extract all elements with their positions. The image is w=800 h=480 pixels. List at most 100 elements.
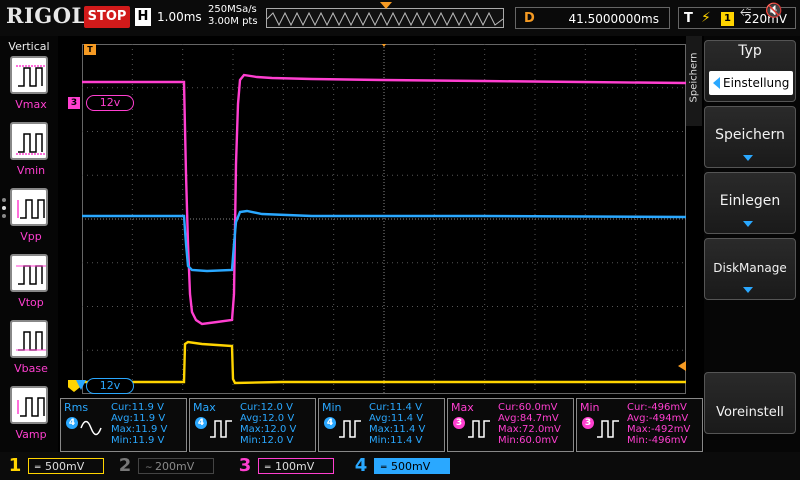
measurement-box[interactable]: Rms 4 Cur:11.9 V Avg:11.9 V Max:11.9 V Min:11… [60, 398, 187, 452]
measurement-type-icon [80, 420, 102, 436]
channel-scale-value: 500mV [391, 460, 431, 473]
timebase-badge: H [135, 8, 151, 26]
channel-4-trace [82, 209, 686, 273]
measure-label: Vpp [20, 230, 42, 243]
measurement-stats: Cur:11.4 V Avg:11.4 V Max:11.4 V Min:11.4 V [369, 402, 425, 446]
run-stop-status[interactable]: STOP [84, 6, 130, 28]
memory-waveform-icon [267, 11, 504, 27]
softkey-disk-manage-label: DiskManage [713, 261, 787, 275]
measure-button-vmax[interactable] [10, 56, 48, 94]
coupling-icon: ═ [35, 463, 41, 473]
coupling-icon: ═ [381, 463, 387, 473]
measurement-box[interactable]: Max 3 Cur:60.0mV Avg:84.7mV Max:72.0mV Min:60… [447, 398, 574, 452]
channel-3-trace [82, 73, 686, 326]
page-indicator [2, 198, 8, 222]
measurement-channel: 4 [324, 417, 336, 429]
coupling-icon: ═ [265, 463, 271, 473]
menu-title-tab: Speichern [686, 36, 702, 126]
softkey-type-title: Typ [738, 43, 762, 59]
stat-current: Cur:-496mV [627, 402, 687, 413]
channel-3-tab[interactable]: 3 ═ 100mV [234, 454, 338, 478]
measurement-name: Min [580, 401, 600, 414]
measure-button-vamp[interactable] [10, 386, 48, 424]
page-dot [2, 198, 6, 202]
channel-scale-value: 200mV [155, 460, 195, 473]
measure-label: Vmax [15, 98, 47, 111]
measurement-box[interactable]: Min 3 Cur:-496mV Avg:-494mV Max:-492mV Min:-4… [576, 398, 703, 452]
stat-current: Cur:60.0mV [498, 402, 558, 413]
menu-title: Speichern [688, 52, 700, 103]
page-dot-active [2, 206, 6, 210]
measurement-stats: Cur:11.9 V Avg:11.9 V Max:11.9 V Min:11.9 V [111, 402, 167, 446]
timebase-value[interactable]: 1.00ms [157, 10, 202, 24]
graticule [82, 44, 686, 394]
channel-bar: 1 ═ 500mV 2 ~200mV 3 ═ 100mV 4 ═ 500mV [0, 452, 800, 480]
measurement-type-icon [339, 420, 361, 438]
softkey-disk-manage[interactable]: DiskManage [704, 238, 796, 300]
measurement-stats: Cur:12.0 V Avg:12.0 V Max:12.0 V Min:12.0 V [240, 402, 296, 446]
channel-scale: ═ 500mV [374, 458, 450, 474]
stat-maximum: Max:72.0mV [498, 424, 561, 435]
measure-button-vtop[interactable] [10, 254, 48, 292]
stat-average: Avg:84.7mV [498, 413, 559, 424]
softkey-load[interactable]: Einlegen [704, 172, 796, 234]
channel-number: 3 [238, 455, 252, 476]
measure-button-vbase[interactable] [10, 320, 48, 358]
measurement-name: Max [193, 401, 216, 414]
measure-label: Vbase [14, 362, 48, 375]
stat-maximum: Max:11.9 V [111, 424, 168, 435]
chevron-down-icon [743, 221, 753, 227]
vamp-icon [17, 397, 45, 417]
type-selection[interactable]: Einstellung [709, 71, 793, 95]
channel-scale-value: 100mV [275, 460, 315, 473]
channel-1-offset-label: 12v [86, 378, 134, 394]
channel-3-offset-label: 12v [86, 95, 134, 111]
waveform-display[interactable] [82, 44, 686, 394]
stat-maximum: Max:-492mV [627, 424, 691, 435]
measurement-box[interactable]: Min 4 Cur:11.4 V Avg:11.4 V Max:11.4 V Min:11… [318, 398, 445, 452]
trigger-level-marker-icon [678, 361, 686, 371]
measure-label: Vtop [18, 296, 44, 309]
measurement-results: Rms 4 Cur:11.9 V Avg:11.9 V Max:11.9 V Min:11… [58, 398, 704, 452]
stat-current: Cur:12.0 V [240, 402, 293, 413]
measurement-box[interactable]: Max 4 Cur:12.0 V Avg:12.0 V Max:12.0 V Min:12… [189, 398, 316, 452]
sample-rate: 250MSa/s [208, 4, 257, 15]
stat-maximum: Max:12.0 V [240, 424, 297, 435]
softkey-load-label: Einlegen [719, 193, 781, 209]
channel-1-tab[interactable]: 1 ═ 500mV [4, 454, 108, 478]
delay-display[interactable]: D 41.5000000ms [515, 7, 670, 29]
channel-4-tab[interactable]: 4 ═ 500mV [350, 454, 454, 478]
measurement-stats: Cur:60.0mV Avg:84.7mV Max:72.0mV Min:60.0mV [498, 402, 561, 446]
softkey-type[interactable]: Typ Einstellung [704, 40, 796, 102]
stat-current: Cur:11.4 V [369, 402, 422, 413]
top-status-bar: RIGOL STOP H 1.00ms 250MSa/s 3.00M pts D… [0, 0, 800, 36]
softkey-preset[interactable]: Voreinstell [704, 372, 796, 434]
measure-button-vpp[interactable] [10, 188, 48, 226]
stat-minimum: Min:-496mV [627, 435, 688, 446]
page-dot [2, 214, 6, 218]
trigger-position-marker-icon [380, 2, 392, 9]
softkey-preset-label: Voreinstell [716, 405, 784, 420]
measure-button-vmin[interactable] [10, 122, 48, 160]
trigger-time-marker: T [84, 44, 96, 55]
trigger-channel: 1 [721, 12, 734, 26]
stat-average: Avg:11.4 V [369, 413, 424, 424]
channel-scale: ═ 500mV [28, 458, 104, 474]
type-selection-value: Einstellung [723, 76, 790, 90]
measurement-name: Min [322, 401, 342, 414]
memory-overview-bar[interactable] [266, 8, 504, 28]
delay-label: D [524, 11, 535, 26]
stat-average: Avg:-494mV [627, 413, 689, 424]
measurement-type-icon [468, 420, 490, 438]
measurement-type-icon [210, 420, 232, 438]
channel-3-ground-marker[interactable]: 3 [68, 97, 80, 109]
softkey-save[interactable]: Speichern [704, 106, 796, 168]
vmax-icon [16, 65, 46, 87]
stat-current: Cur:11.9 V [111, 402, 164, 413]
measurement-channel: 3 [582, 417, 594, 429]
usb-icon: ⭉ [740, 4, 752, 20]
vtop-icon [16, 265, 46, 285]
channel-2-tab[interactable]: 2 ~200mV [114, 454, 218, 478]
memory-depth: 3.00M pts [208, 16, 258, 27]
channel-scale: ═ 100mV [258, 458, 334, 474]
